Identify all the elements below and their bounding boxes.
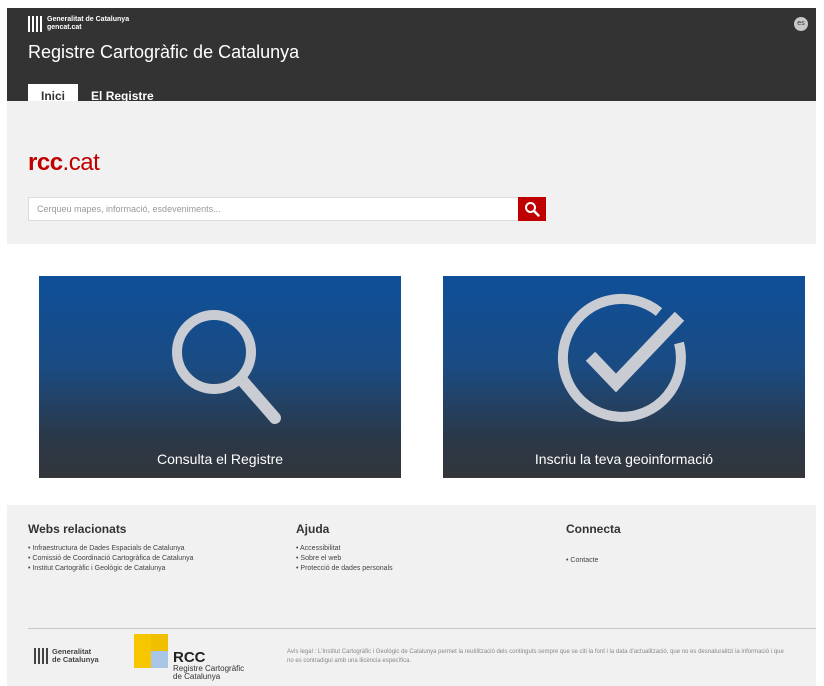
footer-link[interactable]: Institut Cartogràfic i Geològic de Catal… xyxy=(32,565,165,572)
list-item: • Comissió de Coordinació Cartogràfica d… xyxy=(28,555,194,562)
site-header: Generalitat de Catalunya gencat.cat es R… xyxy=(7,8,816,109)
magnifier-icon xyxy=(172,310,281,424)
tile-label: Consulta el Registre xyxy=(156,451,284,467)
footer-link[interactable]: Sobre el web xyxy=(300,555,341,562)
footer-link[interactable]: Accessibilitat xyxy=(300,545,340,552)
gencat-domain: gencat.cat xyxy=(47,24,82,31)
brand-bold: rcc xyxy=(28,149,63,176)
gencat-logo[interactable]: Generalitat de Catalunya gencat.cat xyxy=(28,16,129,32)
gencat-name-2: de Catalunya xyxy=(52,655,99,664)
footer-divider xyxy=(28,628,816,629)
footer-col-connecta: Connecta • Contacte xyxy=(566,522,716,566)
checkmark-circle-icon xyxy=(557,293,686,422)
gencat-emblem-icon xyxy=(28,16,42,32)
gencat-emblem-icon xyxy=(34,648,48,664)
brand-logo: rcc.cat xyxy=(28,149,100,177)
tile-label: Inscriu la teva geoinformació xyxy=(534,451,714,467)
footer-link[interactable]: Infraestructura de Dades Espacials de Ca… xyxy=(32,545,184,552)
rcc-logo-square xyxy=(134,634,151,651)
footer-link[interactable]: Contacte xyxy=(570,557,598,564)
language-switch-button[interactable]: es xyxy=(794,17,808,31)
footer-gencat-logo[interactable]: Generalitat de Catalunya xyxy=(34,648,99,664)
legal-notice: Avís legal : L'Institut Cartogràfic i Ge… xyxy=(287,649,784,664)
footer-col-webs: Webs relacionats • Infraestructura de Da… xyxy=(28,522,198,574)
list-item: • Institut Cartogràfic i Geològic de Cat… xyxy=(28,565,166,572)
rcc-logo-subtitle-2: de Catalunya xyxy=(173,672,221,681)
list-item: • Sobre el web xyxy=(296,555,342,562)
footer-col-title: Connecta xyxy=(566,522,621,536)
page-title: Registre Cartogràfic de Catalunya xyxy=(28,42,300,62)
rcc-logo[interactable]: RCC Registre Cartogràfic de Catalunya xyxy=(134,634,259,682)
gencat-name: Generalitat de Catalunya xyxy=(47,16,130,23)
footer-col-ajuda: Ajuda • Accessibilitat • Sobre el web • … xyxy=(296,522,446,574)
rcc-logo-subtitle: Registre Cartogràfic de Catalunya xyxy=(173,665,244,681)
consulta-registre-tile[interactable]: Consulta el Registre xyxy=(39,276,401,478)
rcc-logo-square xyxy=(151,634,168,651)
list-item: • Protecció de dades personals xyxy=(296,565,393,572)
footer-col-title: Webs relacionats xyxy=(28,522,127,536)
brand-light: .cat xyxy=(62,149,100,176)
footer-col-title: Ajuda xyxy=(296,522,330,536)
search-icon xyxy=(525,202,540,217)
list-item: • Infraestructura de Dades Espacials de … xyxy=(28,545,185,552)
inscriu-geoinformacio-tile[interactable]: Inscriu la teva geoinformació xyxy=(443,276,805,478)
search-input[interactable] xyxy=(28,197,518,221)
list-item: • Accessibilitat xyxy=(296,545,341,552)
list-item: • Contacte xyxy=(566,557,599,564)
rcc-logo-square xyxy=(134,651,151,668)
footer-link[interactable]: Protecció de dades personals xyxy=(300,565,392,572)
search-bar xyxy=(28,197,546,221)
search-button[interactable] xyxy=(518,197,546,221)
site-footer: Webs relacionats • Infraestructura de Da… xyxy=(7,505,816,686)
footer-link[interactable]: Comissió de Coordinació Cartogràfica de … xyxy=(32,555,193,562)
rcc-logo-square xyxy=(151,651,168,668)
hero-section: rcc.cat xyxy=(7,101,816,244)
